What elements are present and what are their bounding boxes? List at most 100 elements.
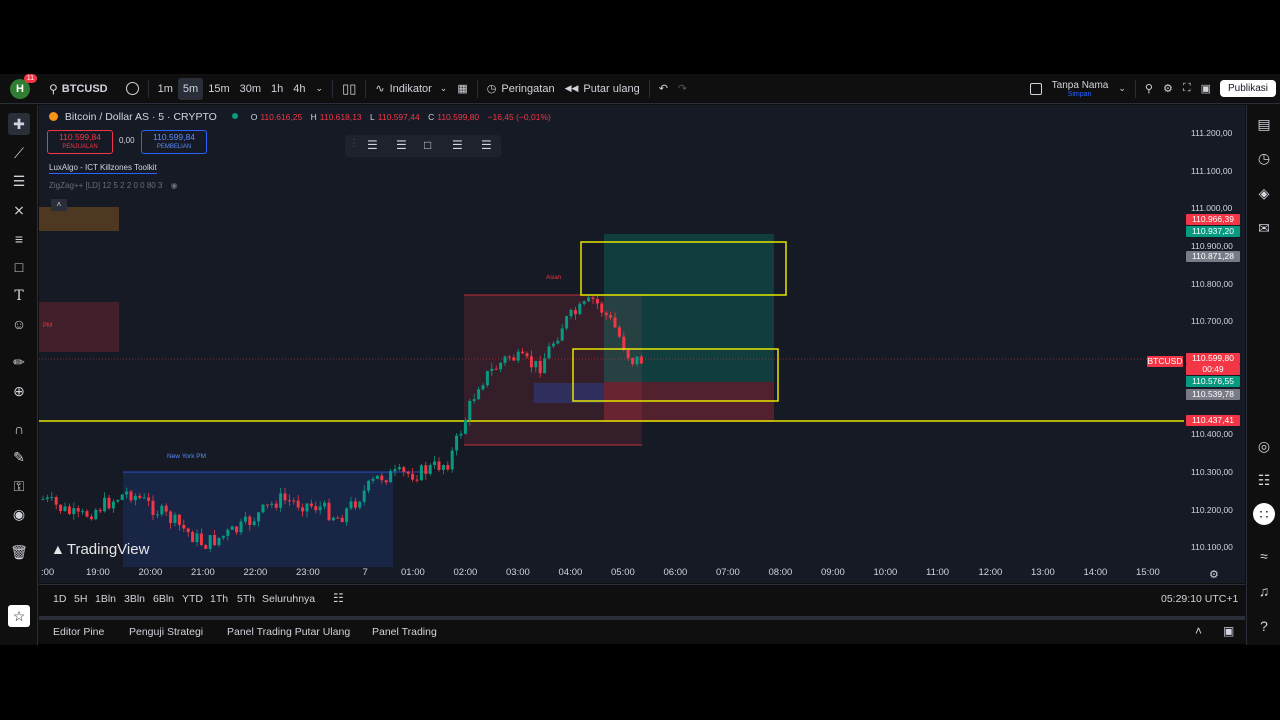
- range-1bln[interactable]: 1Bln: [95, 593, 116, 605]
- magnet-tool[interactable]: ∩: [8, 418, 30, 440]
- range-5th[interactable]: 5Th: [237, 593, 255, 605]
- candle-body: [50, 497, 54, 499]
- layout-checkbox[interactable]: [1025, 78, 1047, 100]
- indicator-killzones[interactable]: LuxAlgo - ICT Killzones Toolkit: [49, 163, 157, 174]
- range-6bln[interactable]: 6Bln: [153, 593, 174, 605]
- collapse-legend-button[interactable]: ˄: [51, 199, 67, 211]
- frame-icon[interactable]: □: [424, 138, 431, 152]
- alert-button[interactable]: ◷ Peringatan: [482, 78, 560, 100]
- interval-30m[interactable]: 30m: [235, 78, 266, 100]
- symbol-title[interactable]: Bitcoin / Dollar AS · 5 · CRYPTO: [65, 111, 217, 123]
- time-tick: 13:00: [1031, 567, 1055, 578]
- alerts-button[interactable]: ◷: [1253, 147, 1275, 169]
- chart-type-button[interactable]: ▯▯: [337, 78, 361, 100]
- buy-button[interactable]: 110.599,84 PEMBELIAN: [141, 130, 207, 154]
- user-avatar[interactable]: H 11: [10, 73, 37, 99]
- crosshair-tool[interactable]: ✚: [8, 113, 30, 135]
- spacing-icon[interactable]: ☰: [481, 138, 492, 152]
- interval-4h[interactable]: 4h: [288, 78, 310, 100]
- align-center-icon[interactable]: ☰: [396, 138, 407, 152]
- forecast-tool[interactable]: ≡: [8, 228, 30, 250]
- candle-body: [578, 303, 582, 315]
- shapes-tool[interactable]: □: [8, 256, 30, 278]
- chat-button[interactable]: ✉: [1253, 217, 1275, 239]
- interval-15m[interactable]: 15m: [203, 78, 234, 100]
- utc-clock[interactable]: 05:29:10 UTC+1: [1161, 593, 1238, 605]
- chart-pane[interactable]: Bitcoin / Dollar AS · 5 · CRYPTO O 110.61…: [39, 105, 1245, 583]
- help-button[interactable]: ?: [1253, 615, 1275, 637]
- eye-icon[interactable]: ◉: [171, 181, 178, 190]
- interval-1h[interactable]: 1h: [266, 78, 288, 100]
- notifications-button[interactable]: ♫: [1253, 580, 1275, 602]
- align-left-icon[interactable]: ☰: [367, 138, 378, 152]
- axis-settings-icon[interactable]: ⚙: [1209, 568, 1219, 581]
- panel-tab-3[interactable]: Panel Trading: [372, 626, 437, 638]
- candle-body: [543, 358, 547, 374]
- ideas-button[interactable]: ◎: [1253, 435, 1275, 457]
- quick-search-button[interactable]: ⚲: [1140, 78, 1158, 100]
- hide-tool[interactable]: ◉: [8, 503, 30, 525]
- panel-tab-1[interactable]: Penguji Strategi: [129, 626, 203, 638]
- interval-1m[interactable]: 1m: [153, 78, 178, 100]
- undo-button[interactable]: ↶: [654, 78, 673, 100]
- range-1d[interactable]: 1D: [53, 593, 66, 605]
- range-3bln[interactable]: 3Bln: [124, 593, 145, 605]
- candle-body: [556, 340, 560, 344]
- streams-button[interactable]: ≈: [1253, 545, 1275, 567]
- fullscreen-icon: ⛶: [1182, 82, 1191, 94]
- ruler-tool[interactable]: ✏: [8, 351, 30, 373]
- interval-dropdown[interactable]: ⌄: [311, 78, 329, 100]
- settings-button[interactable]: ⚙: [1158, 78, 1178, 100]
- candle-body: [472, 399, 476, 402]
- candle-body: [477, 389, 481, 400]
- watchlist-button[interactable]: ▤: [1253, 113, 1275, 135]
- time-tick: 08:00: [768, 567, 793, 578]
- watchlist-favorites[interactable]: ☆: [8, 605, 30, 627]
- time-axis[interactable]: :00 19:00 20:00 21:00 22:00 23:00 7 01:00 02:00 0…: [39, 564, 1209, 582]
- publish-button[interactable]: Publikasi: [1219, 80, 1276, 97]
- compare-button[interactable]: [121, 78, 144, 100]
- panel-tab-2[interactable]: Panel Trading Putar Ulang: [227, 626, 350, 638]
- indicator-zigzag[interactable]: ZigZag++ [LD] 12 5 2 2 0 0 80 3 ◉: [49, 181, 178, 190]
- icon-tool[interactable]: ☺: [8, 313, 30, 335]
- maximize-icon[interactable]: ▣: [1223, 624, 1234, 638]
- remove-tool[interactable]: 🗑: [8, 541, 30, 563]
- chart-canvas[interactable]: [39, 105, 1245, 583]
- goto-date-icon[interactable]: ☷: [333, 591, 344, 605]
- text-tool[interactable]: T: [8, 285, 30, 307]
- fib-tool[interactable]: ☰: [8, 170, 30, 192]
- templates-button[interactable]: ▦: [452, 78, 472, 100]
- layout-name[interactable]: Tanpa Nama Simpan: [1047, 76, 1114, 102]
- candle-body: [521, 351, 525, 354]
- range-seluruhnya[interactable]: Seluruhnya: [262, 593, 315, 605]
- pattern-tool[interactable]: ⨯: [8, 199, 30, 221]
- layout-dropdown[interactable]: ⌄: [1113, 78, 1131, 100]
- replay-button[interactable]: ◀◀ Putar ulang: [560, 78, 645, 100]
- symbol-search[interactable]: ⚲ BTCUSD: [44, 78, 113, 100]
- apps-button[interactable]: ∷: [1253, 503, 1275, 525]
- trendline-icon: ⟋: [14, 144, 24, 161]
- interval-5m[interactable]: 5m: [177, 77, 204, 100]
- trash-icon: 🗑: [10, 543, 28, 560]
- candle-body: [169, 511, 173, 524]
- sell-button[interactable]: 110.599,84 PENJUALAN: [47, 130, 113, 154]
- chevron-up-icon[interactable]: ˄: [1195, 624, 1202, 638]
- draw-mode-tool[interactable]: ✎: [8, 446, 30, 468]
- candle-body: [89, 516, 93, 520]
- fullscreen-button[interactable]: ⛶: [1178, 78, 1196, 100]
- drag-handle-icon[interactable]: ⋮: [349, 138, 359, 149]
- candle-body: [639, 356, 643, 364]
- range-5h[interactable]: 5H: [74, 593, 87, 605]
- redo-button[interactable]: ↷: [673, 78, 692, 100]
- range-1th[interactable]: 1Th: [210, 593, 228, 605]
- trendline-tool[interactable]: ⟋: [8, 142, 30, 164]
- indicators-button[interactable]: ∿ Indikator ⌄: [370, 78, 452, 100]
- distribute-icon[interactable]: ☰: [452, 138, 463, 152]
- snapshot-button[interactable]: ▣: [1196, 78, 1216, 100]
- lock-tool[interactable]: ⚿: [8, 475, 30, 497]
- panel-tab-0[interactable]: Editor Pine: [53, 626, 104, 638]
- zoom-tool[interactable]: ⊕: [8, 380, 30, 402]
- range-ytd[interactable]: YTD: [182, 593, 203, 605]
- calendar-button[interactable]: ☷: [1253, 469, 1275, 491]
- object-tree-button[interactable]: ◈: [1253, 182, 1275, 204]
